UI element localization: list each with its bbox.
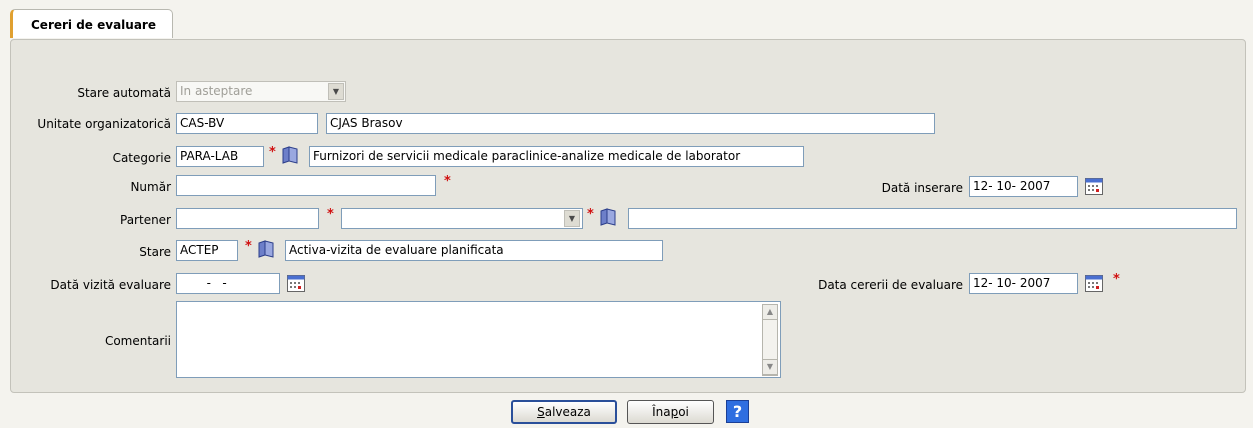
required-marker: *	[327, 207, 334, 222]
tab-label: Cereri de evaluare	[31, 18, 156, 32]
numar-input[interactable]	[176, 175, 436, 196]
scroll-down-icon[interactable]: ▼	[762, 359, 778, 375]
required-marker: *	[245, 239, 252, 254]
stare-automata-label: Stare automată	[77, 86, 171, 100]
partener-code-input[interactable]	[176, 208, 319, 229]
back-label-start: Îna	[652, 405, 671, 419]
required-marker: *	[444, 174, 451, 189]
required-marker: *	[587, 207, 594, 222]
data-cererii-label: Data cererii de evaluare	[818, 278, 963, 292]
stare-automata-select: In asteptare	[176, 81, 346, 102]
stare-label: Stare	[139, 245, 171, 259]
save-accesskey: S	[537, 405, 545, 419]
comentarii-textarea[interactable]	[176, 301, 781, 378]
data-inserare-label: Dată inserare	[881, 181, 963, 195]
data-vizita-label: Dată vizită evaluare	[50, 278, 171, 292]
calendar-icon[interactable]	[287, 275, 305, 292]
categorie-name-input[interactable]: Furnizori de servicii medicale paraclini…	[309, 146, 804, 167]
open-book-icon[interactable]	[257, 240, 275, 258]
help-icon[interactable]: ?	[726, 400, 749, 423]
partener-label: Partener	[120, 213, 171, 227]
open-book-icon[interactable]	[281, 146, 299, 164]
tab-cereri-de-evaluare[interactable]: Cereri de evaluare	[10, 9, 173, 38]
required-marker: *	[1113, 272, 1120, 287]
unitate-name-input[interactable]: CJAS Brasov	[326, 113, 935, 134]
partener-select[interactable]	[341, 208, 583, 229]
back-button[interactable]: Înapoi	[627, 400, 714, 424]
data-vizita-input[interactable]: - -	[176, 273, 280, 294]
comentarii-label: Comentarii	[104, 334, 171, 348]
partener-name-input[interactable]	[628, 208, 1237, 229]
calendar-icon[interactable]	[1085, 178, 1103, 195]
back-label-end: oi	[678, 405, 689, 419]
unitate-organizatorica-label: Unitate organizatorică	[37, 117, 171, 131]
save-label: alveaza	[544, 405, 591, 419]
data-inserare-input[interactable]: 12- 10- 2007	[969, 176, 1078, 197]
unitate-code-input[interactable]: CAS-BV	[176, 113, 318, 134]
chevron-down-icon[interactable]: ▼	[564, 210, 580, 227]
stare-name-input[interactable]: Activa-vizita de evaluare planificata	[285, 240, 663, 261]
required-marker: *	[269, 145, 276, 160]
save-button[interactable]: Salveaza	[511, 400, 617, 424]
chevron-down-icon: ▼	[328, 83, 344, 100]
categorie-label: Categorie	[112, 151, 171, 165]
calendar-icon[interactable]	[1085, 275, 1103, 292]
scroll-up-icon[interactable]: ▲	[762, 304, 778, 320]
stare-code-input[interactable]: ACTEP	[176, 240, 238, 261]
numar-label: Număr	[130, 180, 171, 194]
open-book-icon[interactable]	[599, 208, 617, 226]
categorie-code-input[interactable]: PARA-LAB	[176, 146, 264, 167]
data-cererii-input[interactable]: 12- 10- 2007	[969, 273, 1078, 294]
